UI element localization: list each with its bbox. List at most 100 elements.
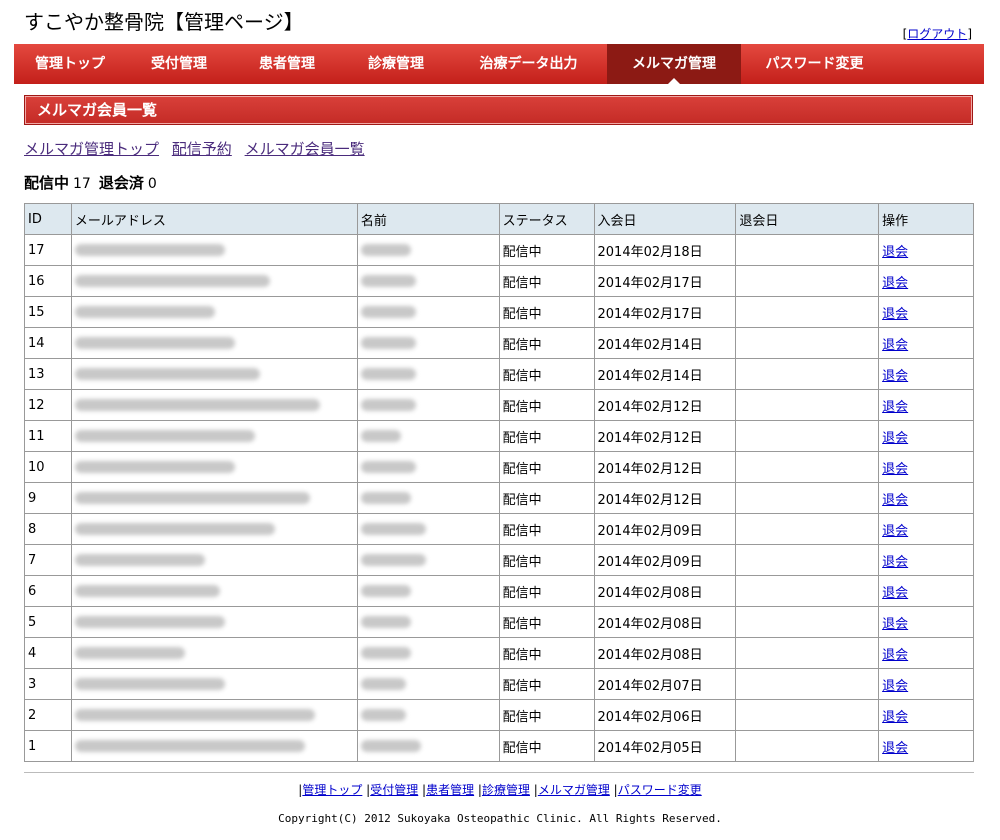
cell-name-redacted <box>356 451 500 483</box>
cell-joined: 2014年02月08日 <box>593 606 737 638</box>
footer-link-patients[interactable]: 患者管理 <box>426 783 474 797</box>
cell-name-redacted <box>356 296 500 328</box>
active-label: 配信中 <box>24 174 70 192</box>
withdraw-link[interactable]: 退会 <box>882 338 908 353</box>
cell-email-redacted <box>70 699 358 731</box>
cell-status: 配信中 <box>498 606 595 638</box>
footer-link-reception[interactable]: 受付管理 <box>370 783 418 797</box>
cell-left <box>735 234 880 266</box>
cell-status: 配信中 <box>498 296 595 328</box>
withdraw-link[interactable]: 退会 <box>882 307 908 322</box>
cell-name-redacted <box>356 730 500 762</box>
withdraw-link[interactable]: 退会 <box>882 710 908 725</box>
cell-joined: 2014年02月12日 <box>593 420 737 452</box>
cell-email-redacted <box>70 420 358 452</box>
cell-name-redacted <box>356 420 500 452</box>
redacted-email <box>74 523 275 535</box>
redacted-name <box>360 368 416 380</box>
logout-link[interactable]: ログアウト <box>907 27 967 41</box>
cell-email-redacted <box>70 296 358 328</box>
cell-status: 配信中 <box>498 234 595 266</box>
withdraw-link[interactable]: 退会 <box>882 617 908 632</box>
cell-email-redacted <box>70 544 358 576</box>
footer-link-mailmag[interactable]: メルマガ管理 <box>538 783 610 797</box>
cell-action: 退会 <box>878 482 974 514</box>
cell-left <box>735 544 880 576</box>
table-row: 7 配信中 2014年02月09日 退会 <box>24 544 974 576</box>
footer-link-admin-top[interactable]: 管理トップ <box>302 783 362 797</box>
withdrawn-count: 0 <box>147 176 157 192</box>
nav-item-password[interactable]: パスワード変更 <box>741 44 888 84</box>
nav-item-reception[interactable]: 受付管理 <box>126 44 232 84</box>
cell-joined: 2014年02月18日 <box>593 234 737 266</box>
cell-status: 配信中 <box>498 389 595 421</box>
nav-item-admin-top[interactable]: 管理トップ <box>14 44 126 84</box>
cell-action: 退会 <box>878 575 974 607</box>
footer-links: |管理トップ |受付管理 |患者管理 |診療管理 |メルマガ管理 |パスワード変… <box>298 783 702 797</box>
cell-joined: 2014年02月07日 <box>593 668 737 700</box>
cell-left <box>735 668 880 700</box>
cell-joined: 2014年02月14日 <box>593 358 737 390</box>
withdraw-link[interactable]: 退会 <box>882 400 908 415</box>
withdraw-link[interactable]: 退会 <box>882 493 908 508</box>
sub-link-member-list[interactable]: メルマガ会員一覧 <box>245 140 365 158</box>
cell-email-redacted <box>70 451 358 483</box>
header-id: ID <box>24 203 72 235</box>
cell-name-redacted <box>356 234 500 266</box>
redacted-name <box>360 461 416 473</box>
nav-item-treatment[interactable]: 診療管理 <box>342 44 450 84</box>
cell-action: 退会 <box>878 451 974 483</box>
table-row: 11 配信中 2014年02月12日 退会 <box>24 420 974 452</box>
cell-left <box>735 575 880 607</box>
cell-action: 退会 <box>878 234 974 266</box>
redacted-name <box>360 740 421 752</box>
cell-left <box>735 265 880 297</box>
cell-joined: 2014年02月05日 <box>593 730 737 762</box>
cell-email-redacted <box>70 730 358 762</box>
withdraw-link[interactable]: 退会 <box>882 648 908 663</box>
cell-joined: 2014年02月06日 <box>593 699 737 731</box>
cell-id: 17 <box>24 234 72 266</box>
header-action: 操作 <box>878 203 974 235</box>
logout-area: [ログアウト] <box>903 25 972 42</box>
sub-link-mailmag-top[interactable]: メルマガ管理トップ <box>24 140 159 158</box>
cell-left <box>735 420 880 452</box>
nav-item-data-export[interactable]: 治療データ出力 <box>450 44 607 84</box>
redacted-name <box>360 554 426 566</box>
cell-email-redacted <box>70 327 358 359</box>
nav-item-mailmag[interactable]: メルマガ管理 <box>607 44 741 84</box>
cell-id: 7 <box>24 544 72 576</box>
cell-joined: 2014年02月14日 <box>593 327 737 359</box>
redacted-name <box>360 244 411 256</box>
withdraw-link[interactable]: 退会 <box>882 245 908 260</box>
withdraw-link[interactable]: 退会 <box>882 679 908 694</box>
redacted-email <box>74 399 320 411</box>
footer-link-password[interactable]: パスワード変更 <box>618 783 702 797</box>
withdraw-link[interactable]: 退会 <box>882 431 908 446</box>
withdraw-link[interactable]: 退会 <box>882 555 908 570</box>
cell-action: 退会 <box>878 420 974 452</box>
redacted-email <box>74 740 305 752</box>
cell-email-redacted <box>70 513 358 545</box>
member-table: ID メールアドレス 名前 ステータス 入会日 退会日 操作 17 配信中 2014… <box>24 203 974 762</box>
cell-email-redacted <box>70 668 358 700</box>
table-row: 5 配信中 2014年02月08日 退会 <box>24 606 974 638</box>
withdraw-link[interactable]: 退会 <box>882 369 908 384</box>
member-summary: 配信中 17 退会済 0 <box>24 172 165 193</box>
nav-item-patients[interactable]: 患者管理 <box>232 44 342 84</box>
sub-link-schedule[interactable]: 配信予約 <box>172 140 232 158</box>
cell-left <box>735 730 880 762</box>
table-row: 10 配信中 2014年02月12日 退会 <box>24 451 974 483</box>
withdraw-link[interactable]: 退会 <box>882 741 908 756</box>
cell-id: 15 <box>24 296 72 328</box>
withdraw-link[interactable]: 退会 <box>882 462 908 477</box>
cell-status: 配信中 <box>498 668 595 700</box>
cell-name-redacted <box>356 575 500 607</box>
withdraw-link[interactable]: 退会 <box>882 524 908 539</box>
cell-email-redacted <box>70 606 358 638</box>
cell-id: 16 <box>24 265 72 297</box>
withdraw-link[interactable]: 退会 <box>882 586 908 601</box>
withdraw-link[interactable]: 退会 <box>882 276 908 291</box>
footer-link-treatment[interactable]: 診療管理 <box>482 783 530 797</box>
cell-email-redacted <box>70 234 358 266</box>
